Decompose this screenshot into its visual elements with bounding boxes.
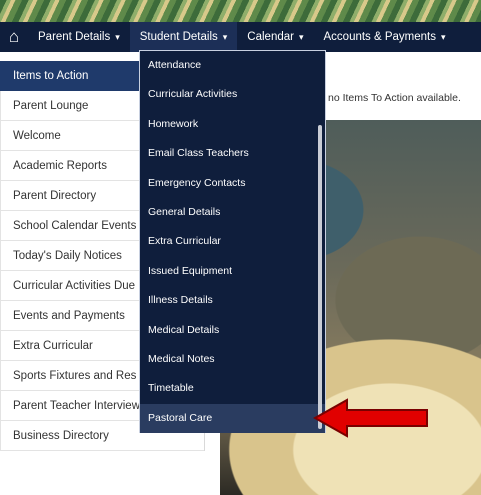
menu-item-homework[interactable]: Homework — [140, 110, 325, 139]
red-arrow-pointer — [313, 398, 428, 438]
menu-item-medical-notes[interactable]: Medical Notes — [140, 345, 325, 374]
menu-item-illness-details[interactable]: Illness Details — [140, 286, 325, 315]
student-details-dropdown: Attendance Curricular Activities Homewor… — [139, 50, 326, 434]
menu-item-extra-curricular[interactable]: Extra Curricular — [140, 227, 325, 256]
home-icon[interactable]: ⌂ — [0, 22, 28, 52]
dropdown-scrollbar[interactable] — [318, 125, 322, 429]
nav-label: Calendar — [247, 31, 294, 43]
caret-down-icon: ▾ — [441, 31, 446, 42]
menu-item-curricular-activities[interactable]: Curricular Activities — [140, 80, 325, 109]
caret-down-icon: ▾ — [298, 31, 304, 42]
menu-item-emergency-contacts[interactable]: Emergency Contacts — [140, 169, 325, 198]
caret-down-icon: ▾ — [222, 31, 228, 42]
menu-item-general-details[interactable]: General Details — [140, 198, 325, 227]
nav-label: Parent Details — [38, 31, 111, 43]
caret-down-icon: ▾ — [115, 31, 120, 42]
nav-accounts-payments[interactable]: Accounts & Payments ▾ — [314, 22, 456, 52]
menu-item-medical-details[interactable]: Medical Details — [140, 316, 325, 345]
nav-calendar[interactable]: Calendar ▾ — [237, 22, 313, 52]
menu-item-timetable[interactable]: Timetable — [140, 374, 325, 403]
nav-parent-details[interactable]: Parent Details ▾ — [28, 22, 130, 52]
nav-student-details[interactable]: Student Details ▾ — [129, 22, 238, 52]
menu-item-issued-equipment[interactable]: Issued Equipment — [140, 257, 325, 286]
menu-item-attendance[interactable]: Attendance — [140, 51, 325, 80]
nav-label: Student Details — [139, 31, 218, 43]
menu-item-pastoral-care[interactable]: Pastoral Care — [140, 403, 325, 434]
nav-label: Accounts & Payments — [323, 31, 437, 43]
empty-state-message: no Items To Action available. — [328, 92, 461, 104]
header-banner-image — [0, 0, 481, 22]
menu-item-email-class-teachers[interactable]: Email Class Teachers — [140, 139, 325, 168]
top-navbar: ⌂ Parent Details ▾ Student Details ▾ Cal… — [0, 22, 481, 52]
